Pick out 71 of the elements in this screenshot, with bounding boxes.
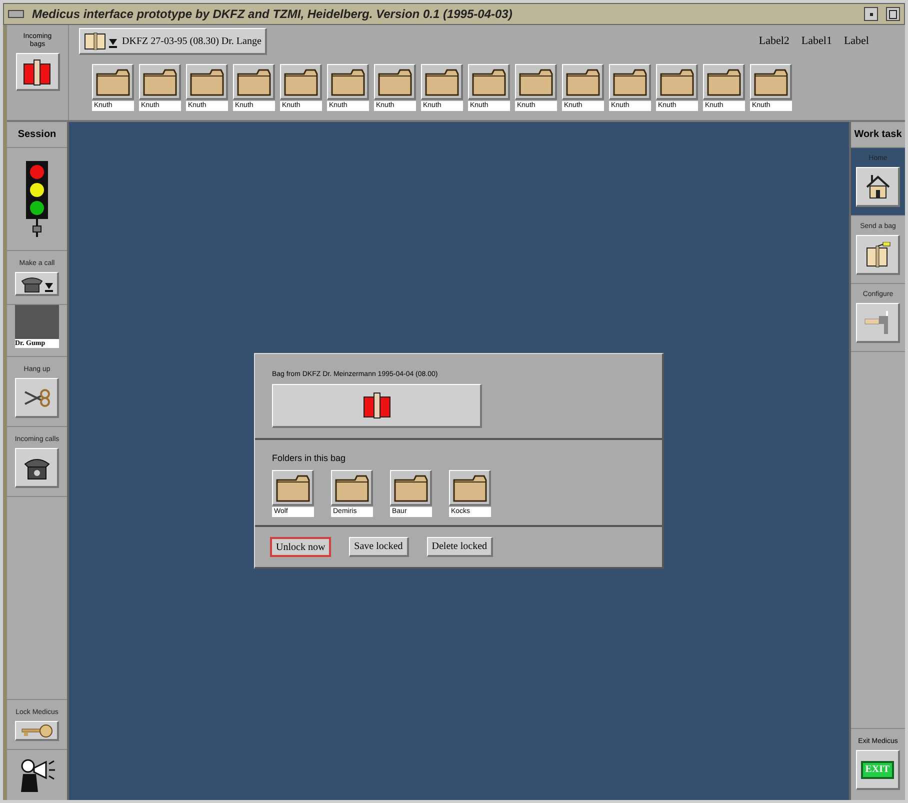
folder-button[interactable] [656,64,698,100]
folder-button[interactable] [390,470,432,506]
folder-icon [376,66,412,96]
folder-icon [142,66,178,96]
folder-button[interactable] [562,64,604,100]
folder-button[interactable] [186,64,228,100]
folder-icon [612,66,648,96]
folder-button[interactable] [515,64,557,100]
book-icon [84,32,118,50]
folder-icon [236,66,272,96]
folder-icon [334,472,370,502]
bag-tag-icon [864,242,890,268]
dialog-button[interactable]: Delete locked [426,537,494,557]
dialog-button[interactable]: Unlock now [270,537,332,557]
incoming-bag-button[interactable] [16,53,60,91]
folder-icon [658,66,694,96]
task-button[interactable] [856,167,900,207]
folder-icon [94,66,130,96]
work-task-title: Work task [854,128,902,142]
folder-icon [452,472,488,502]
house-icon [864,174,890,200]
folder-icon [424,66,460,96]
bag-icon [22,58,52,86]
bag-button[interactable] [272,384,482,428]
folder-icon [518,66,554,96]
bag-icon [362,391,392,419]
bag-selector-button[interactable]: DKFZ 27-03-95 (08.30) Dr. Lange [79,28,268,55]
folder-button[interactable] [750,64,792,100]
folder-button[interactable] [280,64,322,100]
folder-icon [188,66,224,96]
megaphone-man-icon [18,758,56,792]
folder-button[interactable] [468,64,510,100]
scissors-icon [22,388,50,408]
folder-icon [330,66,366,96]
session-title: Session [18,128,56,142]
folder-icon [470,66,506,96]
phone-icon [20,274,54,292]
folder-icon [282,66,318,96]
folder-icon [392,472,428,502]
folder-icon [564,66,600,96]
incoming-calls-button[interactable] [15,448,59,488]
hang-up-button[interactable] [15,378,59,418]
lock-button[interactable] [15,721,59,741]
task-button[interactable] [856,235,900,275]
folder-button[interactable] [703,64,745,100]
key-icon [20,724,54,738]
photo-placeholder [15,305,59,339]
toolbar-label: Label [844,34,869,50]
folder-button[interactable] [272,470,314,506]
folder-button[interactable] [233,64,275,100]
traffic-light-icon [25,160,49,238]
folder-icon [706,66,742,96]
toolbar-label: Label1 [801,34,832,50]
folder-button[interactable] [327,64,369,100]
folder-button[interactable] [374,64,416,100]
maximize-button[interactable] [886,7,900,21]
folder-button[interactable] [331,470,373,506]
folder-button[interactable] [421,64,463,100]
folder-button[interactable] [92,64,134,100]
folder-icon [752,66,788,96]
folder-icon [274,472,310,502]
window-menu-button[interactable] [8,10,24,18]
folder-button[interactable] [609,64,651,100]
call-dropdown-button[interactable] [15,272,59,296]
minimize-button[interactable] [864,7,878,21]
toolbar-label: Label2 [758,34,790,50]
folder-button[interactable] [139,64,181,100]
folders-label: Folders in this bag [272,452,347,465]
window-title: Medicus interface prototype by DKFZ and TZMI, Heidelberg. Version 0.1 (1995-04-03) [32,6,514,23]
dialog-button[interactable]: Save locked [349,537,409,557]
folder-button[interactable] [449,470,491,506]
